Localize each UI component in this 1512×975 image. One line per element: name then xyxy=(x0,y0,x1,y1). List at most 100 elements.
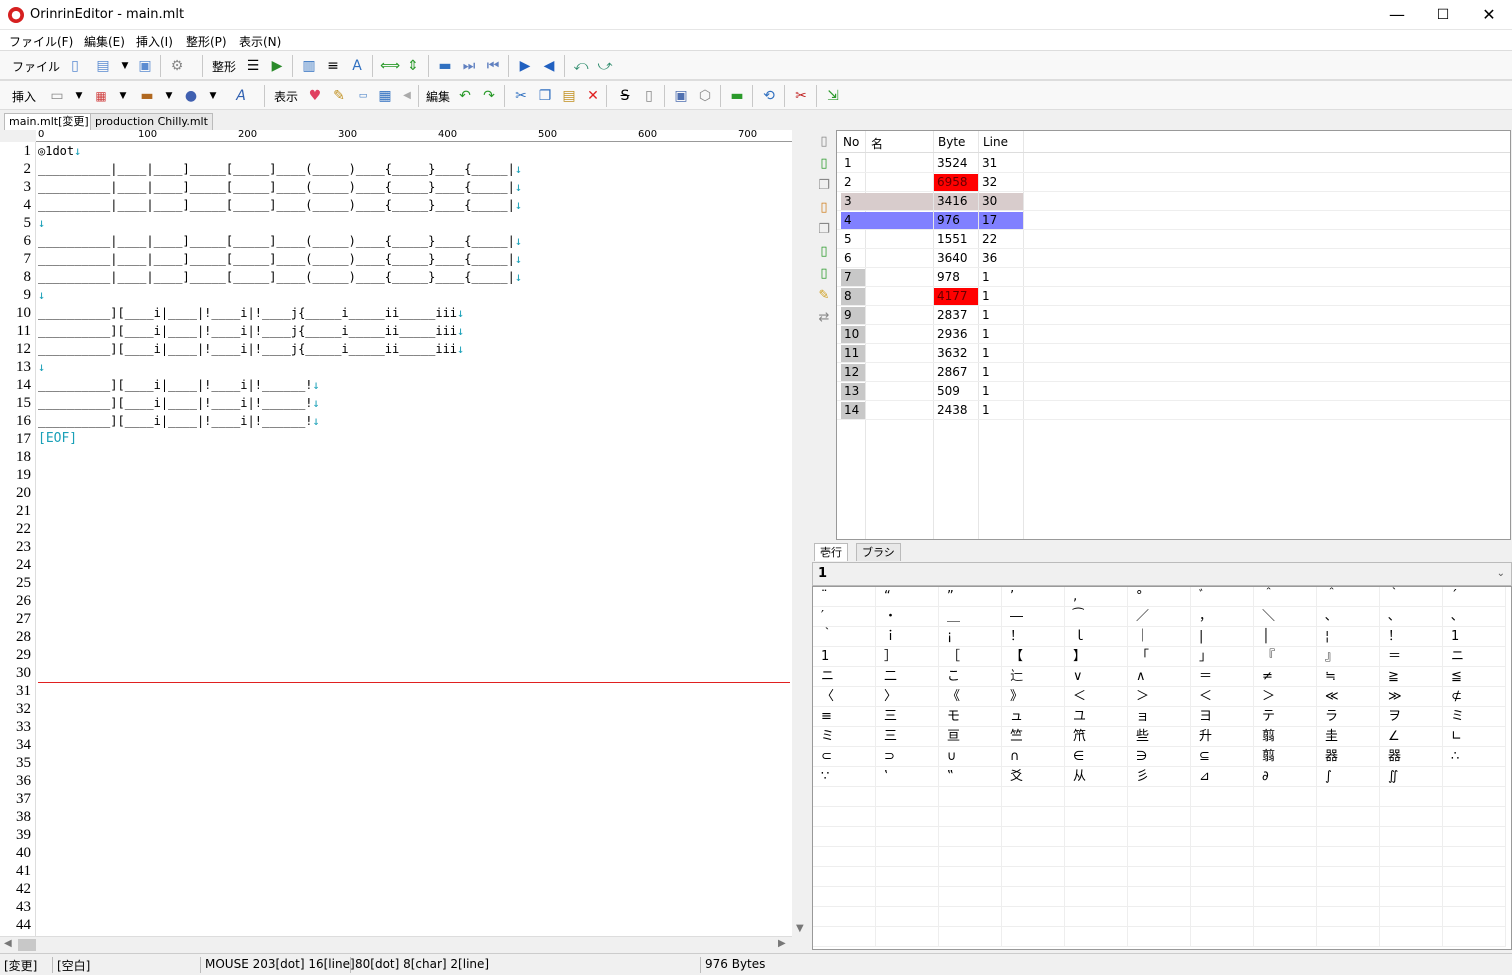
palette-cell[interactable] xyxy=(1254,847,1317,867)
palette-cell[interactable]: ∂ xyxy=(1254,767,1317,787)
palette-cell[interactable]: 三 xyxy=(876,707,939,727)
palette-cell[interactable] xyxy=(1065,807,1128,827)
palette-cell[interactable]: ′ xyxy=(813,607,876,627)
palette-cell[interactable]: 从 xyxy=(1065,767,1128,787)
palette-cell[interactable] xyxy=(1254,807,1317,827)
palette-cell[interactable]: こ xyxy=(939,667,1002,687)
table-row[interactable]: 14 2438 1 xyxy=(837,401,1510,420)
palette-cell[interactable]: ＜ xyxy=(1191,687,1254,707)
chevron-left-icon[interactable]: ◀ xyxy=(4,938,12,949)
palette-cell[interactable] xyxy=(813,887,876,907)
expand-v-icon[interactable]: ⇕ xyxy=(404,57,422,75)
code-line[interactable]: ↓ xyxy=(38,286,45,304)
palette-cell[interactable]: ＝ xyxy=(1380,647,1443,667)
palette-cell[interactable]: ､ xyxy=(1317,607,1380,627)
frame-icon[interactable]: ▣ xyxy=(672,87,690,105)
palette-cell[interactable] xyxy=(1380,927,1443,947)
palette-cell[interactable]: 器 xyxy=(1317,747,1380,767)
refresh-doc-icon[interactable]: ⟲ xyxy=(760,87,778,105)
palette-cell[interactable]: ＞ xyxy=(1128,687,1191,707)
palette-cell[interactable] xyxy=(1443,807,1506,827)
character-palette[interactable]: ¨ “”’ ‚ ° ﾞ ＾ ＾ ｀ ´ ′ ・ ＿ ― ⁀ ／， ＼ ､､､ ｀ ｉ ¡！ ｌ ｜ | │ ¦！ 1 1 ］ ［ 【】「」… xyxy=(812,586,1512,950)
palette-cell[interactable]: ‟ xyxy=(939,767,1002,787)
code-line[interactable]: __________|____|____]_____[_____]____(__… xyxy=(38,268,522,286)
palette-cell[interactable] xyxy=(1380,827,1443,847)
chevron-right-icon[interactable]: ▶ xyxy=(778,938,786,949)
palette-cell[interactable]: 〈 xyxy=(813,687,876,707)
palette-cell[interactable]: ≫ xyxy=(1380,687,1443,707)
palette-cell[interactable]: 三 xyxy=(876,727,939,747)
palette-cell[interactable] xyxy=(813,787,876,807)
palette-cell[interactable]: ≧ xyxy=(1380,667,1443,687)
table-row[interactable]: 13 509 1 xyxy=(837,382,1510,401)
open-file-icon[interactable]: ▤ xyxy=(94,57,112,75)
palette-cell[interactable]: ∧ xyxy=(1128,667,1191,687)
palette-cell[interactable]: ／ xyxy=(1128,607,1191,627)
page-add-icon[interactable]: ▯ xyxy=(816,156,832,172)
column-byte[interactable]: Byte xyxy=(938,135,965,149)
palette-cell[interactable]: 《 xyxy=(939,687,1002,707)
palette-cell[interactable] xyxy=(1002,847,1065,867)
palette-cell[interactable]: ユ xyxy=(1065,707,1128,727)
print-icon[interactable]: ▬ xyxy=(436,57,454,75)
palette-cell[interactable] xyxy=(1317,907,1380,927)
palette-cell[interactable]: 』 xyxy=(1317,647,1380,667)
palette-cell[interactable] xyxy=(1002,867,1065,887)
save-icon[interactable]: ▣ xyxy=(136,57,154,75)
cube-icon[interactable]: ⬡ xyxy=(696,87,714,105)
palette-cell[interactable]: ∠ xyxy=(1380,727,1443,747)
code-line[interactable]: ◎1dot↓ xyxy=(38,142,81,160)
palette-cell[interactable]: ＼ xyxy=(1254,607,1317,627)
editor-area[interactable]: 1 2 3 4 5 6 7 8 9 10 11 12 13 14 15 16 17 18 19 20 21 22 23 24 2… xyxy=(0,142,792,936)
arrow-left-icon[interactable]: ◀ xyxy=(398,87,416,105)
tab-main[interactable]: main.mlt[変更] xyxy=(4,113,94,130)
palette-cell[interactable]: ュ xyxy=(1002,707,1065,727)
palette-cell[interactable] xyxy=(1380,807,1443,827)
palette-cell[interactable] xyxy=(1128,867,1191,887)
scroll-thumb[interactable] xyxy=(18,939,36,951)
palette-cell[interactable] xyxy=(1065,887,1128,907)
table-row[interactable]: 5 1551 22 xyxy=(837,230,1510,249)
palette-cell[interactable]: ！ xyxy=(1002,627,1065,647)
palette-cell[interactable]: 『 xyxy=(1254,647,1317,667)
menu-view[interactable]: 表示(N) xyxy=(239,33,281,50)
palette-cell[interactable] xyxy=(1191,787,1254,807)
undo-icon[interactable]: ↶ xyxy=(456,87,474,105)
gear-icon[interactable]: ⚙ xyxy=(168,57,186,75)
palette-cell[interactable] xyxy=(1002,887,1065,907)
palette-cell[interactable] xyxy=(1380,787,1443,807)
palette-cell[interactable] xyxy=(1128,827,1191,847)
palette-cell[interactable]: │ xyxy=(1254,627,1317,647)
palette-cell[interactable] xyxy=(1254,887,1317,907)
palette-cell[interactable]: 爻 xyxy=(1002,767,1065,787)
palette-cell[interactable] xyxy=(939,907,1002,927)
editor-horizontal-scrollbar[interactable]: ◀ ▶ xyxy=(0,936,792,952)
palette-cell[interactable] xyxy=(1128,927,1191,947)
palette-cell[interactable]: ⊿ xyxy=(1191,767,1254,787)
palette-cell[interactable]: ¦ xyxy=(1317,627,1380,647)
palette-cell[interactable]: ・ xyxy=(876,607,939,627)
palette-cell[interactable] xyxy=(1065,787,1128,807)
palette-cell[interactable] xyxy=(1191,927,1254,947)
palette-cell[interactable]: ≠ xyxy=(1254,667,1317,687)
palette-cell[interactable] xyxy=(939,927,1002,947)
palette-cell[interactable] xyxy=(1443,927,1506,947)
indent-icon[interactable]: ▥ xyxy=(300,57,318,75)
menu-format[interactable]: 整形(P) xyxy=(186,33,227,50)
palette-cell[interactable] xyxy=(876,887,939,907)
palette-group-select[interactable]: 1 ⌄ xyxy=(812,562,1512,586)
column-no[interactable]: No xyxy=(843,135,859,149)
palette-cell[interactable] xyxy=(876,927,939,947)
palette-cell[interactable] xyxy=(1128,887,1191,907)
swap-icon[interactable]: ⇄ xyxy=(816,310,832,326)
palette-cell[interactable] xyxy=(1254,927,1317,947)
palette-cell[interactable]: ¨ xyxy=(813,587,876,607)
page-list[interactable]: No 名 Byte Line 1 3524 31 2 6958 32 3 3416 30 4 976… xyxy=(836,130,1511,540)
palette-cell[interactable]: 》 xyxy=(1002,687,1065,707)
chevron-down-icon[interactable]: ▼ xyxy=(796,923,804,934)
palette-cell[interactable]: 「 xyxy=(1128,647,1191,667)
strikethrough-icon[interactable]: S xyxy=(616,87,634,105)
palette-cell[interactable]: ∴ xyxy=(1443,747,1506,767)
palette-cell[interactable] xyxy=(813,867,876,887)
palette-cell[interactable]: 翦 xyxy=(1254,747,1317,767)
